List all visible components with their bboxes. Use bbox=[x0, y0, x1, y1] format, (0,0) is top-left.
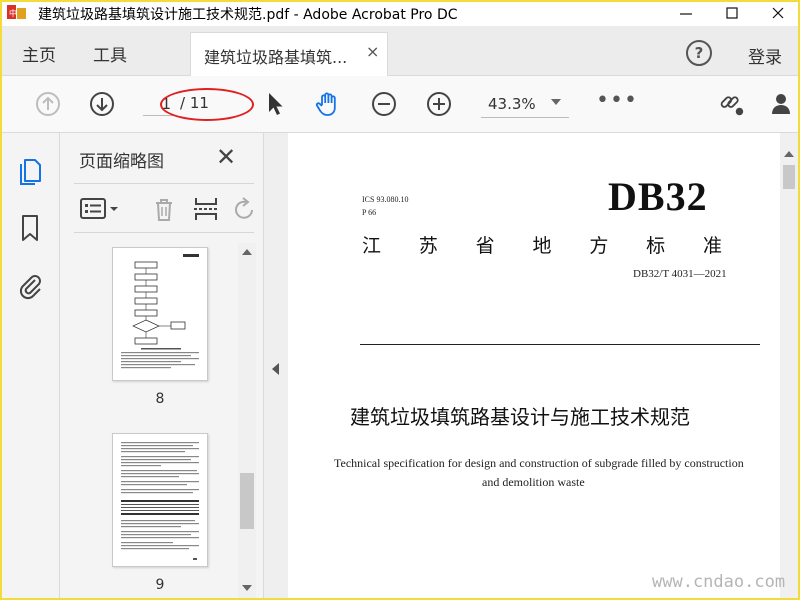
watermark: www.cndao.com bbox=[652, 572, 786, 592]
zoom-select[interactable]: 43.3% bbox=[481, 92, 569, 118]
province-char: 江 bbox=[362, 235, 382, 257]
scroll-up-icon[interactable] bbox=[242, 249, 252, 255]
province-char: 标 bbox=[646, 235, 666, 257]
scroll-up-icon[interactable] bbox=[784, 151, 794, 157]
province-char: 地 bbox=[532, 235, 552, 257]
maximize-icon bbox=[726, 7, 738, 19]
zoom-out-icon bbox=[372, 92, 396, 116]
window-title: 建筑垃圾路基填筑设计施工技术规范.pdf - Adobe Acrobat Pro… bbox=[38, 7, 458, 23]
minimize-icon bbox=[680, 13, 692, 15]
panel-toolbar bbox=[74, 183, 254, 233]
tab-bar: 主页 工具 建筑垃圾路基填筑... × ? 登录 bbox=[0, 26, 800, 76]
select-tool-button[interactable] bbox=[261, 90, 289, 118]
zoom-in-icon bbox=[427, 92, 451, 116]
login-button[interactable]: 登录 bbox=[748, 43, 782, 68]
chevron-left-icon bbox=[272, 363, 279, 375]
title-bar: 中 建筑垃圾路基填筑设计施工技术规范.pdf - Adobe Acrobat P… bbox=[0, 0, 800, 26]
user-add-icon bbox=[772, 94, 790, 114]
minimize-button[interactable] bbox=[664, 0, 708, 26]
document-title-cn: 建筑垃圾填筑路基设计与施工技术规范 bbox=[350, 405, 690, 429]
document-title-en: Technical specification for design and c… bbox=[334, 456, 744, 470]
close-window-button[interactable] bbox=[756, 0, 800, 26]
hand-icon bbox=[315, 92, 336, 116]
help-icon[interactable]: ? bbox=[686, 40, 712, 66]
close-tab-icon[interactable]: × bbox=[366, 42, 379, 61]
bookmark-icon[interactable] bbox=[16, 213, 44, 243]
page-thumbnails-icon[interactable] bbox=[16, 155, 44, 185]
close-icon bbox=[772, 7, 784, 19]
thumbnail-page-9[interactable] bbox=[112, 433, 208, 567]
zoom-in-button[interactable] bbox=[425, 90, 453, 118]
panel-collapse-handle[interactable] bbox=[264, 133, 288, 600]
link-icon bbox=[720, 96, 744, 116]
chevron-down-icon bbox=[551, 99, 561, 105]
panel-title: 页面缩略图 bbox=[79, 152, 164, 172]
document-tab-label: 建筑垃圾路基填筑... bbox=[204, 48, 348, 67]
maximize-button[interactable] bbox=[710, 0, 754, 26]
document-title-en: and demolition waste bbox=[482, 475, 585, 489]
tab-tools[interactable]: 工具 bbox=[93, 41, 127, 66]
divider bbox=[360, 344, 760, 345]
page-9-preview bbox=[121, 442, 199, 560]
document-scrollbar[interactable] bbox=[780, 133, 798, 600]
province-char: 准 bbox=[702, 235, 722, 257]
province-char: 苏 bbox=[418, 235, 438, 257]
db-code: DB32 bbox=[608, 174, 708, 219]
province-standard-title: 江 苏 省 地 方 标 准 bbox=[362, 231, 722, 258]
next-page-button[interactable] bbox=[88, 90, 116, 118]
paperclip-icon[interactable] bbox=[16, 271, 44, 301]
trash-icon[interactable] bbox=[150, 196, 178, 222]
thumbnail-options-icon[interactable] bbox=[80, 196, 120, 222]
document-view[interactable]: ICS 93.080.10 P 66 DB32 江 苏 省 地 方 标 准 DB… bbox=[288, 133, 800, 600]
scroll-thumb[interactable] bbox=[240, 473, 254, 529]
thumbnail-list: 8 9 bbox=[60, 243, 238, 600]
toolbar: 1 / 11 43.3% ••• bbox=[0, 76, 800, 133]
province-char: 省 bbox=[475, 235, 495, 257]
more-tools-button[interactable]: ••• bbox=[596, 88, 638, 113]
previous-page-button[interactable] bbox=[34, 90, 62, 118]
p-code: P 66 bbox=[362, 208, 377, 217]
thumbnail-scrollbar[interactable] bbox=[238, 243, 256, 600]
arrow-up-icon bbox=[36, 92, 60, 116]
zoom-out-button[interactable] bbox=[370, 90, 398, 118]
thumbnail-label: 9 bbox=[155, 577, 165, 593]
hand-tool-button[interactable] bbox=[314, 90, 342, 118]
scroll-down-icon[interactable] bbox=[242, 585, 252, 591]
province-char: 方 bbox=[589, 235, 609, 257]
red-ellipse-annotation bbox=[160, 88, 254, 121]
svg-text:中: 中 bbox=[9, 8, 17, 18]
tab-home[interactable]: 主页 bbox=[22, 41, 56, 66]
share-link-button[interactable] bbox=[718, 90, 746, 118]
standard-number: DB32/T 4031—2021 bbox=[633, 268, 727, 280]
thumbnail-page-8[interactable] bbox=[112, 247, 208, 381]
thumbnail-label: 8 bbox=[155, 391, 165, 407]
thumbnail-panel: 页面缩略图 ✕ 8 9 bbox=[60, 133, 264, 600]
page-8-preview bbox=[121, 254, 199, 369]
scroll-thumb[interactable] bbox=[783, 165, 795, 189]
arrow-down-icon bbox=[90, 92, 114, 116]
cursor-arrow-icon bbox=[269, 93, 283, 115]
tab-document[interactable]: 建筑垃圾路基填筑... × bbox=[190, 32, 388, 76]
insert-page-icon[interactable] bbox=[192, 196, 220, 222]
share-user-button[interactable] bbox=[770, 90, 798, 118]
app-icon: 中 bbox=[7, 5, 26, 19]
rotate-icon[interactable] bbox=[232, 196, 254, 222]
zoom-value: 43.3% bbox=[488, 95, 536, 113]
left-rail bbox=[0, 133, 60, 600]
ics-code: ICS 93.080.10 bbox=[362, 195, 409, 204]
close-panel-icon[interactable]: ✕ bbox=[216, 143, 236, 171]
